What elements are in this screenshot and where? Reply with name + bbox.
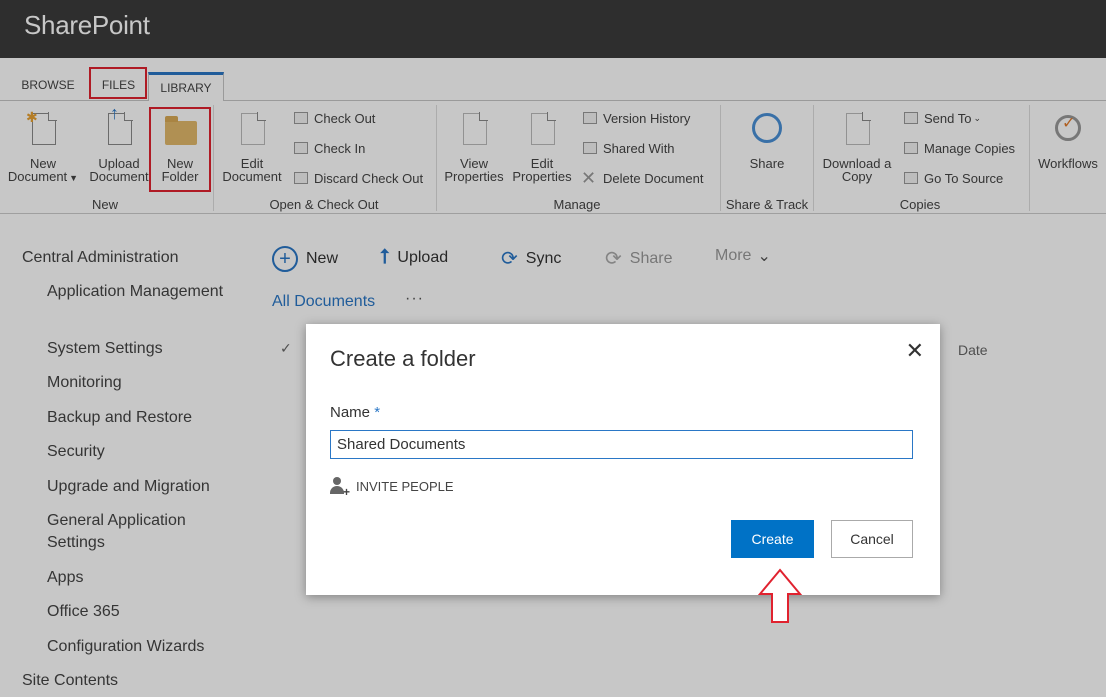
dialog-title: Create a folder (330, 346, 476, 371)
add-person-icon: + (330, 476, 350, 499)
cancel-button[interactable]: Cancel (831, 520, 913, 558)
annotation-arrow-icon (757, 568, 803, 623)
folder-name-input[interactable] (330, 430, 913, 459)
name-label: Name * (330, 404, 381, 421)
create-folder-dialog: Create a folder ✕ Name * + INVITE PEOPLE… (306, 324, 940, 595)
required-marker: * (374, 404, 381, 421)
create-button[interactable]: Create (731, 520, 814, 558)
close-icon[interactable]: ✕ (906, 338, 924, 364)
invite-people-link[interactable]: + INVITE PEOPLE (330, 476, 454, 499)
